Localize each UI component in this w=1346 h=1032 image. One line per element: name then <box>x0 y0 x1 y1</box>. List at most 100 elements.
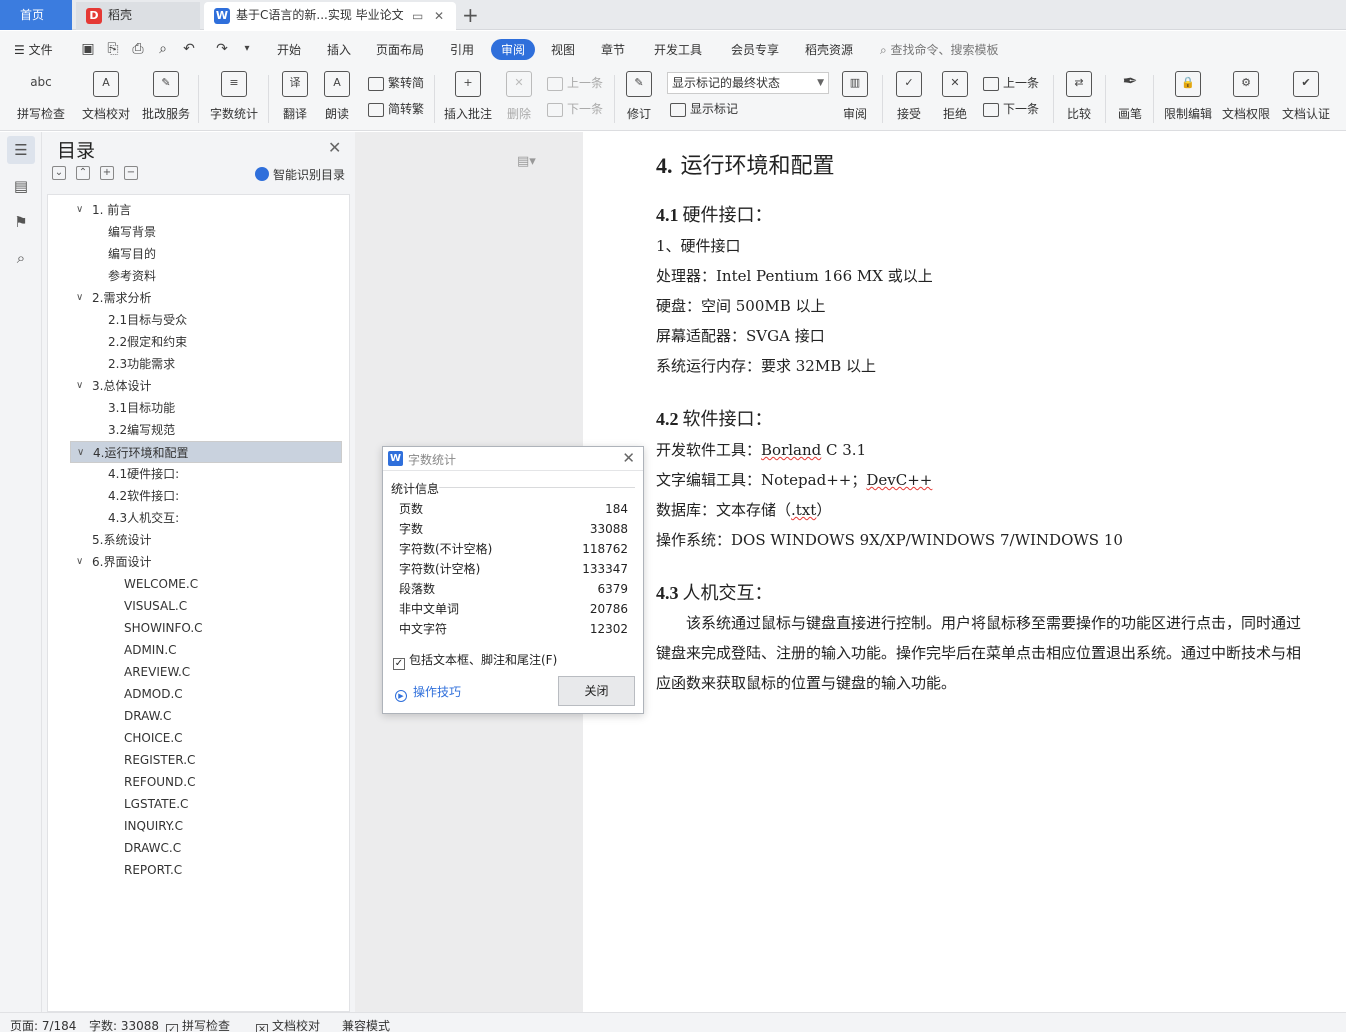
toc-item[interactable]: 参考资料 <box>70 265 342 287</box>
collapse-all-icon[interactable]: − <box>124 166 138 180</box>
menu-layout[interactable]: 页面布局 <box>376 41 424 58</box>
doc-cert-button[interactable]: ✔ 文档认证 <box>1280 71 1332 122</box>
toc-item[interactable]: 2.2假定和约束 <box>70 331 342 353</box>
toc-item[interactable]: ADMIN.C <box>70 639 342 661</box>
menu-references[interactable]: 引用 <box>450 41 474 58</box>
toc-item[interactable]: ∨ 6.界面设计 <box>70 551 342 573</box>
redo-icon[interactable]: ↷ <box>213 40 231 58</box>
undo-icon[interactable]: ↶ <box>180 40 198 58</box>
doc-permission-button[interactable]: ⚙ 文档权限 <box>1220 71 1272 122</box>
toc-item[interactable]: ∨ 3.总体设计 <box>70 375 342 397</box>
collapse-down-icon[interactable]: ⌄ <box>52 166 66 180</box>
toc-item[interactable]: 编写目的 <box>70 243 342 265</box>
toc-panel-icon[interactable]: ☰ <box>7 136 35 164</box>
tab-document[interactable]: W 基于C语言的新...实现 毕业论文 ▭ ✕ <box>204 2 456 30</box>
reject-button[interactable]: ✕ 拒绝 <box>937 71 973 122</box>
menu-member[interactable]: 会员专享 <box>731 41 779 58</box>
next-comment-button[interactable]: 下一条 <box>547 100 603 117</box>
read-aloud-button[interactable]: A 朗读 <box>322 71 352 122</box>
collapse-up-icon[interactable]: ⌃ <box>76 166 90 180</box>
chevron-down-icon[interactable]: ∨ <box>76 375 83 397</box>
toc-item[interactable]: ∨ 2.需求分析 <box>70 287 342 309</box>
grade-service-button[interactable]: ✎ 批改服务 <box>140 71 192 122</box>
chevron-down-icon[interactable]: ∨ <box>76 287 83 309</box>
menu-start[interactable]: 开始 <box>277 41 301 58</box>
toc-item[interactable]: REPORT.C <box>70 859 342 881</box>
next-change-button[interactable]: 下一条 <box>983 100 1039 117</box>
toc-item[interactable]: 2.3功能需求 <box>70 353 342 375</box>
review-pane-button[interactable]: ▥ 审阅 <box>838 71 872 122</box>
toc-item[interactable]: 5.系统设计 <box>70 529 342 551</box>
chevron-down-icon[interactable]: ∨ <box>77 442 84 464</box>
toc-item[interactable]: 2.1目标与受众 <box>70 309 342 331</box>
restrict-edit-button[interactable]: 🔒 限制编辑 <box>1162 71 1214 122</box>
status-spell-check[interactable]: ✓ 拼写检查 <box>166 1017 230 1032</box>
close-button[interactable]: 关闭 <box>558 676 635 706</box>
accept-button[interactable]: ✓ 接受 <box>891 71 927 122</box>
toc-item[interactable]: ∨ 1. 前言 <box>70 199 342 221</box>
menu-view[interactable]: 视图 <box>551 41 575 58</box>
delete-comment-button[interactable]: ✕ 删除 <box>502 71 536 122</box>
document-page[interactable]: 4. 运行环境和配置 4.1 硬件接口： 1、硬件接口 处理器：Intel Pent… <box>583 132 1346 1012</box>
menu-insert[interactable]: 插入 <box>327 41 351 58</box>
toc-item[interactable]: 编写背景 <box>70 221 342 243</box>
save-icon[interactable]: ▣ <box>79 40 97 58</box>
find-icon[interactable]: ⌕ <box>7 244 35 272</box>
toc-item[interactable]: ∨ 4.运行环境和配置 <box>70 441 342 463</box>
tips-link[interactable]: ▶ 操作技巧 <box>395 683 461 702</box>
spell-check-button[interactable]: abc 拼写检查 <box>12 71 70 122</box>
toc-item[interactable]: 4.2软件接口: <box>70 485 342 507</box>
page-view-icon[interactable]: ▤▾ <box>517 154 536 169</box>
toc-item[interactable]: DRAWC.C <box>70 837 342 859</box>
chevron-down-icon[interactable]: ∨ <box>76 199 83 221</box>
toc-item[interactable]: AREVIEW.C <box>70 661 342 683</box>
toc-item[interactable]: WELCOME.C <box>70 573 342 595</box>
page-indicator[interactable]: 页面: 7/184 <box>10 1017 76 1032</box>
toc-item[interactable]: 3.2编写规范 <box>70 419 342 441</box>
insert-comment-button[interactable]: + 插入批注 <box>442 71 494 122</box>
toc-item[interactable]: REGISTER.C <box>70 749 342 771</box>
chevron-down-icon[interactable]: ∨ <box>76 551 83 573</box>
close-icon[interactable]: ✕ <box>622 449 635 467</box>
dialog-titlebar[interactable]: W 字数统计 ✕ <box>383 447 643 471</box>
translate-button[interactable]: 译 翻译 <box>277 71 313 122</box>
command-search[interactable]: ⌕ 查找命令、搜索模板 <box>880 41 999 58</box>
toc-item[interactable]: ADMOD.C <box>70 683 342 705</box>
toc-item[interactable]: REFOUND.C <box>70 771 342 793</box>
menu-review[interactable]: 审阅 <box>491 39 536 60</box>
expand-all-icon[interactable]: + <box>100 166 114 180</box>
tab-home[interactable]: 首页 <box>0 0 72 30</box>
pen-button[interactable]: ✒ 画笔 <box>1114 71 1146 122</box>
toc-item[interactable]: SHOWINFO.C <box>70 617 342 639</box>
tab-pin-icon[interactable]: ▭ <box>412 9 423 23</box>
toc-item[interactable]: DRAW.C <box>70 705 342 727</box>
doc-proof-button[interactable]: A 文档校对 <box>80 71 132 122</box>
prev-change-button[interactable]: 上一条 <box>983 74 1039 91</box>
toc-item[interactable]: 4.1硬件接口: <box>70 463 342 485</box>
trad-to-simp-button[interactable]: 繁转简 <box>368 74 424 91</box>
status-doc-proof[interactable]: ✕ 文档校对 <box>256 1017 320 1032</box>
customize-dropdown-icon[interactable]: ▾ <box>238 40 256 58</box>
chapter-nav-icon[interactable]: ▤ <box>7 172 35 200</box>
print-preview-icon[interactable]: ⌕ <box>154 40 172 58</box>
smart-toc-button[interactable]: 智能识别目录 <box>255 166 345 183</box>
toc-item[interactable]: LGSTATE.C <box>70 793 342 815</box>
new-tab-icon[interactable]: + <box>462 3 479 27</box>
include-textbox-checkbox[interactable]: ✓ 包括文本框、脚注和尾注(F) <box>393 651 557 670</box>
tab-close-icon[interactable]: ✕ <box>434 9 444 23</box>
menu-developer[interactable]: 开发工具 <box>654 41 702 58</box>
toc-item[interactable]: INQUIRY.C <box>70 815 342 837</box>
menu-section[interactable]: 章节 <box>601 41 625 58</box>
toc-item[interactable]: 4.3人机交互: <box>70 507 342 529</box>
close-icon[interactable]: ✕ <box>328 138 341 157</box>
display-mode-select[interactable]: 显示标记的最终状态 ▼ <box>667 72 829 94</box>
print-icon[interactable]: ⎙ <box>129 40 147 58</box>
track-changes-button[interactable]: ✎ 修订 <box>621 71 657 122</box>
tab-daoke[interactable]: D 稻壳 <box>76 2 200 30</box>
export-pdf-icon[interactable]: ⎘ <box>104 40 122 58</box>
bookmark-icon[interactable]: ⚑ <box>7 208 35 236</box>
toc-item[interactable]: CHOICE.C <box>70 727 342 749</box>
word-count-button[interactable]: ≡ 字数统计 <box>208 71 260 122</box>
file-menu[interactable]: ☰ 文件 <box>14 41 53 58</box>
word-count-indicator[interactable]: 字数: 33088 <box>89 1017 159 1032</box>
